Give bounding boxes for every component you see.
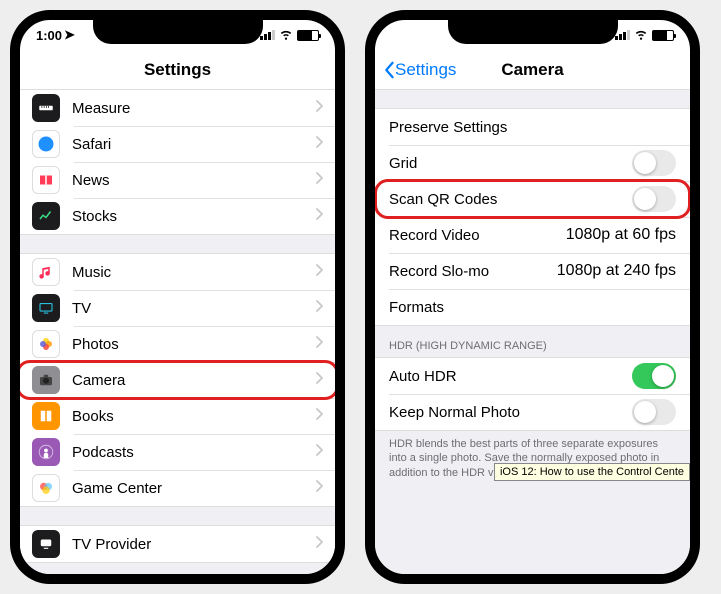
cellular-icon bbox=[260, 30, 275, 40]
settings-group-3: TV Provider bbox=[20, 525, 335, 563]
settings-row-stocks[interactable]: Stocks bbox=[20, 198, 335, 234]
row-label: Record Video bbox=[389, 227, 566, 244]
row-label: Keep Normal Photo bbox=[389, 404, 632, 421]
row-label: Grid bbox=[389, 155, 632, 172]
tv-icon bbox=[32, 294, 60, 322]
books-icon bbox=[32, 402, 60, 430]
row-label: Photos bbox=[72, 336, 315, 353]
settings-group-1: Measure Safari News Stocks bbox=[20, 90, 335, 235]
notch bbox=[93, 18, 263, 44]
row-label: Preserve Settings bbox=[389, 119, 676, 136]
row-label: Auto HDR bbox=[389, 368, 632, 385]
music-icon bbox=[32, 258, 60, 286]
chevron-right-icon bbox=[315, 443, 323, 461]
chevron-right-icon bbox=[315, 407, 323, 425]
gamecenter-icon bbox=[32, 474, 60, 502]
row-label: TV bbox=[72, 300, 315, 317]
settings-list[interactable]: Measure Safari News Stocks Music TV Photos Cam… bbox=[20, 90, 335, 574]
camera-group-1: Preserve Settings Grid Scan QR Codes Record… bbox=[375, 108, 690, 326]
settings-group-2: Music TV Photos Camera Books Podcasts Game Cen… bbox=[20, 253, 335, 507]
chevron-right-icon bbox=[315, 135, 323, 153]
news-icon bbox=[32, 166, 60, 194]
location-icon: ➤ bbox=[64, 27, 75, 43]
row-label: Stocks bbox=[72, 208, 315, 225]
chevron-right-icon bbox=[315, 535, 323, 553]
measure-icon bbox=[32, 94, 60, 122]
row-label: Safari bbox=[72, 136, 315, 153]
phone-left: 1:00➤ Settings Measure Safari News Stocks M… bbox=[10, 10, 345, 584]
camera-row-record-video[interactable]: Record Video1080p at 60 fps bbox=[375, 217, 690, 253]
settings-row-music[interactable]: Music bbox=[20, 254, 335, 290]
camera-row-preserve-settings[interactable]: Preserve Settings bbox=[375, 109, 690, 145]
settings-row-safari[interactable]: Safari bbox=[20, 126, 335, 162]
row-detail: 1080p at 60 fps bbox=[566, 226, 676, 244]
cellular-icon bbox=[615, 30, 630, 40]
battery-icon bbox=[652, 30, 674, 41]
chevron-right-icon bbox=[315, 299, 323, 317]
settings-row-books[interactable]: Books bbox=[20, 398, 335, 434]
status-time: 1:00 bbox=[36, 28, 62, 43]
nav-title: Camera bbox=[501, 60, 563, 80]
camera-icon bbox=[32, 366, 60, 394]
stocks-icon bbox=[32, 202, 60, 230]
toggle[interactable] bbox=[632, 399, 676, 425]
tvprovider-icon bbox=[32, 530, 60, 558]
camera-row-formats[interactable]: Formats bbox=[375, 289, 690, 325]
settings-row-tv[interactable]: TV bbox=[20, 290, 335, 326]
tooltip: iOS 12: How to use the Control Cente bbox=[494, 463, 690, 481]
row-label: Measure bbox=[72, 100, 315, 117]
settings-row-podcasts[interactable]: Podcasts bbox=[20, 434, 335, 470]
toggle[interactable] bbox=[632, 363, 676, 389]
row-label: Music bbox=[72, 264, 315, 281]
settings-row-gamecenter[interactable]: Game Center bbox=[20, 470, 335, 506]
row-label: Books bbox=[72, 408, 315, 425]
notch bbox=[448, 18, 618, 44]
row-label: Podcasts bbox=[72, 444, 315, 461]
hdr-header: HDR (HIGH DYNAMIC RANGE) bbox=[375, 326, 690, 357]
row-label: Game Center bbox=[72, 480, 315, 497]
battery-icon bbox=[297, 30, 319, 41]
camera-row-keep-normal-photo[interactable]: Keep Normal Photo bbox=[375, 394, 690, 430]
camera-settings[interactable]: Preserve Settings Grid Scan QR Codes Record… bbox=[375, 90, 690, 574]
camera-group-2: Auto HDR Keep Normal Photo bbox=[375, 357, 690, 431]
camera-row-grid[interactable]: Grid bbox=[375, 145, 690, 181]
toggle[interactable] bbox=[632, 150, 676, 176]
wifi-icon bbox=[634, 27, 648, 44]
nav-title: Settings bbox=[144, 60, 211, 80]
settings-row-news[interactable]: News bbox=[20, 162, 335, 198]
settings-row-camera[interactable]: Camera bbox=[20, 362, 335, 398]
back-label: Settings bbox=[395, 60, 456, 80]
photos-icon bbox=[32, 330, 60, 358]
row-label: Camera bbox=[72, 372, 315, 389]
toggle[interactable] bbox=[632, 186, 676, 212]
chevron-right-icon bbox=[315, 335, 323, 353]
chevron-right-icon bbox=[315, 371, 323, 389]
row-label: TV Provider bbox=[72, 536, 315, 553]
settings-row-measure[interactable]: Measure bbox=[20, 90, 335, 126]
wifi-icon bbox=[279, 27, 293, 44]
row-label: Record Slo-mo bbox=[389, 263, 557, 280]
chevron-right-icon bbox=[315, 171, 323, 189]
row-label: Scan QR Codes bbox=[389, 191, 632, 208]
row-label: Formats bbox=[389, 299, 676, 316]
chevron-right-icon bbox=[315, 479, 323, 497]
camera-row-auto-hdr[interactable]: Auto HDR bbox=[375, 358, 690, 394]
phone-right: Settings Camera Preserve Settings Grid Sca… bbox=[365, 10, 700, 584]
settings-row-photos[interactable]: Photos bbox=[20, 326, 335, 362]
back-button[interactable]: Settings bbox=[383, 60, 456, 80]
chevron-right-icon bbox=[315, 263, 323, 281]
row-label: News bbox=[72, 172, 315, 189]
camera-row-record-slo-mo[interactable]: Record Slo-mo1080p at 240 fps bbox=[375, 253, 690, 289]
nav-bar: Settings bbox=[20, 50, 335, 90]
nav-bar: Settings Camera bbox=[375, 50, 690, 90]
chevron-right-icon bbox=[315, 207, 323, 225]
chevron-right-icon bbox=[315, 99, 323, 117]
settings-row-tvprovider[interactable]: TV Provider bbox=[20, 526, 335, 562]
camera-row-scan-qr-codes[interactable]: Scan QR Codes bbox=[375, 181, 690, 217]
row-detail: 1080p at 240 fps bbox=[557, 262, 676, 280]
podcasts-icon bbox=[32, 438, 60, 466]
safari-icon bbox=[32, 130, 60, 158]
